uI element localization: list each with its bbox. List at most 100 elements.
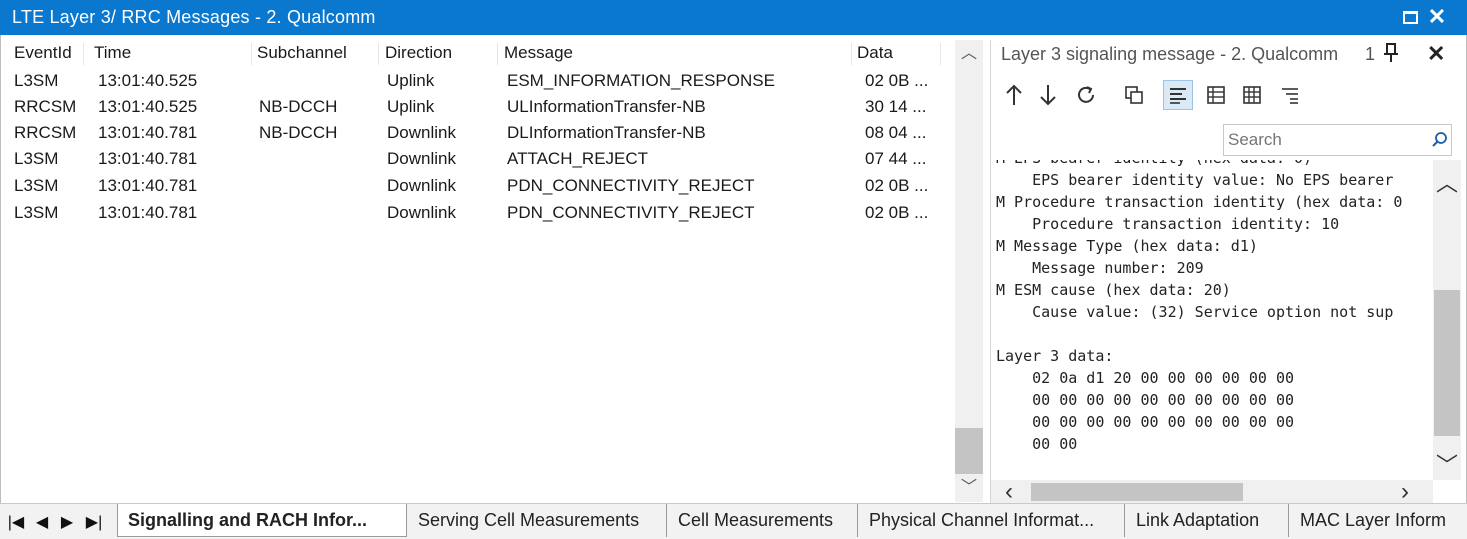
messages-table: EventId Time Subchannel Direction Messag… — [4, 40, 954, 502]
list-indent-icon[interactable] — [1275, 80, 1305, 110]
cell-subchannel: NB-DCCH — [259, 97, 338, 116]
decode-line: M ESM cause (hex data: 20) — [996, 281, 1231, 299]
cell-time: 13:01:40.525 — [98, 97, 198, 116]
grid-icon[interactable] — [1201, 80, 1231, 110]
cell-subchannel: NB-DCCH — [259, 123, 338, 142]
window-title: LTE Layer 3/ RRC Messages - 2. Qualcomm — [12, 7, 376, 27]
cell-time: 13:01:40.781 — [98, 176, 198, 195]
table-row[interactable]: L3SM 13:01:40.781 Downlink PDN_CONNECTIV… — [4, 173, 944, 199]
tab-serving-cell-measurements[interactable]: Serving Cell Measurements — [408, 504, 667, 537]
scroll-down-icon[interactable]: ﹀ — [1433, 448, 1461, 480]
detail-pane-count: 1 — [1365, 44, 1376, 64]
search-input[interactable] — [1228, 129, 1424, 151]
align-left-icon[interactable] — [1163, 80, 1193, 110]
cell-eventid: L3SM — [14, 176, 59, 195]
window-titlebar: LTE Layer 3/ RRC Messages - 2. Qualcomm … — [0, 0, 1467, 35]
detail-pane: Layer 3 signaling message - 2. Qualcomm … — [990, 40, 1461, 506]
arrow-up-icon[interactable] — [999, 80, 1029, 110]
decode-line: Cause value: (32) Service option not sup — [996, 303, 1394, 321]
cell-direction: Downlink — [387, 176, 456, 195]
scroll-down-icon[interactable]: ﹀ — [955, 476, 983, 500]
search-box[interactable] — [1223, 124, 1452, 156]
cell-time: 13:01:40.525 — [98, 71, 198, 90]
table-icon[interactable] — [1237, 80, 1267, 110]
close-pane-icon[interactable]: ✕ — [1427, 41, 1447, 66]
tab-link-adaptation[interactable]: Link Adaptation — [1126, 504, 1289, 537]
detail-pane-header: Layer 3 signaling message - 2. Qualcomm … — [991, 40, 1461, 70]
column-header-data[interactable]: Data — [853, 43, 941, 65]
maximize-icon[interactable] — [1398, 4, 1422, 30]
cell-eventid: RRCSM — [14, 97, 77, 116]
column-header-direction[interactable]: Direction — [381, 43, 498, 65]
cell-direction: Uplink — [387, 97, 435, 116]
cell-direction: Uplink — [387, 71, 435, 90]
column-header-message[interactable]: Message — [500, 43, 852, 65]
decode-line: 00 00 00 00 00 00 00 00 00 00 — [996, 413, 1295, 431]
cell-message: DLInformationTransfer-NB — [507, 123, 706, 142]
cell-eventid: L3SM — [14, 203, 59, 222]
copy-icon[interactable] — [1119, 80, 1149, 110]
tab-physical-channel[interactable]: Physical Channel Informat... — [859, 504, 1125, 537]
scroll-up-icon[interactable]: ︿ — [1433, 166, 1461, 198]
scroll-up-icon[interactable]: ︿ — [955, 42, 983, 66]
scroll-thumb[interactable] — [955, 428, 983, 474]
table-vertical-scrollbar[interactable]: ︿ ﹀ — [955, 40, 983, 502]
table-row[interactable]: L3SM 13:01:40.781 Downlink ATTACH_REJECT… — [4, 146, 944, 172]
message-decode-view[interactable]: M EPS bearer identity (hex data: 0) EPS … — [991, 160, 1431, 480]
arrow-down-icon[interactable] — [1033, 80, 1063, 110]
last-tab-icon[interactable]: ▶| — [82, 512, 106, 534]
cell-direction: Downlink — [387, 203, 456, 222]
table-row[interactable]: RRCSM 13:01:40.781 NB-DCCH Downlink DLIn… — [4, 120, 944, 146]
sheet-tab-bar: |◀ ◀ ▶ ▶| Signalling and RACH Infor... S… — [0, 503, 1467, 539]
scroll-left-icon[interactable]: ‹ — [1005, 478, 1013, 506]
scroll-thumb[interactable] — [1031, 483, 1243, 501]
decode-line: M Message Type (hex data: d1) — [996, 237, 1258, 255]
cell-data: 02 0B ... — [865, 71, 929, 90]
decode-line: Layer 3 data: — [996, 347, 1114, 365]
decode-line: Message number: 209 — [996, 259, 1204, 277]
detail-horizontal-scrollbar[interactable]: ‹ › — [991, 478, 1433, 506]
cell-data: 02 0B ... — [865, 176, 929, 195]
cell-time: 13:01:40.781 — [98, 203, 198, 222]
cell-time: 13:01:40.781 — [98, 149, 198, 168]
decode-line: EPS bearer identity value: No EPS bearer — [996, 171, 1394, 189]
cell-message: PDN_CONNECTIVITY_REJECT — [507, 176, 755, 195]
table-row[interactable]: L3SM 13:01:40.525 Uplink ESM_INFORMATION… — [4, 68, 944, 94]
decode-line: M Procedure transaction identity (hex da… — [996, 193, 1403, 211]
cell-message: PDN_CONNECTIVITY_REJECT — [507, 203, 755, 222]
column-header-subchannel[interactable]: Subchannel — [253, 43, 379, 65]
decode-line: M EPS bearer identity (hex data: 0) — [996, 160, 1312, 171]
cell-eventid: RRCSM — [14, 123, 77, 142]
column-header-eventid[interactable]: EventId — [10, 43, 84, 65]
cell-direction: Downlink — [387, 149, 456, 168]
cell-data: 02 0B ... — [865, 203, 929, 222]
tab-signalling-rach[interactable]: Signalling and RACH Infor... — [117, 504, 407, 537]
refresh-icon[interactable] — [1071, 80, 1101, 110]
close-icon[interactable]: ✕ — [1425, 4, 1449, 30]
column-header-time[interactable]: Time — [90, 43, 252, 65]
cell-message: ESM_INFORMATION_RESPONSE — [507, 71, 775, 90]
tab-cell-measurements[interactable]: Cell Measurements — [668, 504, 858, 537]
first-tab-icon[interactable]: |◀ — [4, 512, 28, 534]
decode-line: 00 00 — [996, 435, 1078, 453]
scroll-thumb[interactable] — [1434, 290, 1460, 436]
table-row[interactable]: L3SM 13:01:40.781 Downlink PDN_CONNECTIV… — [4, 200, 944, 226]
cell-message: ATTACH_REJECT — [507, 149, 649, 168]
cell-direction: Downlink — [387, 123, 456, 142]
previous-tab-icon[interactable]: ◀ — [30, 512, 54, 534]
cell-eventid: L3SM — [14, 71, 59, 90]
search-icon[interactable] — [1431, 131, 1449, 149]
pin-icon[interactable] — [1384, 43, 1404, 65]
cell-data: 30 14 ... — [865, 97, 927, 116]
decode-line: 02 0a d1 20 00 00 00 00 00 00 — [996, 369, 1295, 387]
decode-line: Procedure transaction identity: 10 — [996, 215, 1340, 233]
tab-mac-layer[interactable]: MAC Layer Inform — [1290, 504, 1465, 537]
detail-pane-toolbar — [991, 78, 1461, 112]
decode-line: 00 00 00 00 00 00 00 00 00 00 — [996, 391, 1295, 409]
next-tab-icon[interactable]: ▶ — [55, 512, 79, 534]
cell-time: 13:01:40.781 — [98, 123, 198, 142]
detail-vertical-scrollbar[interactable]: ︿ ﹀ — [1433, 160, 1461, 480]
scroll-right-icon[interactable]: › — [1401, 478, 1409, 506]
table-row[interactable]: RRCSM 13:01:40.525 NB-DCCH Uplink ULInfo… — [4, 94, 944, 120]
table-header: EventId Time Subchannel Direction Messag… — [4, 40, 954, 66]
